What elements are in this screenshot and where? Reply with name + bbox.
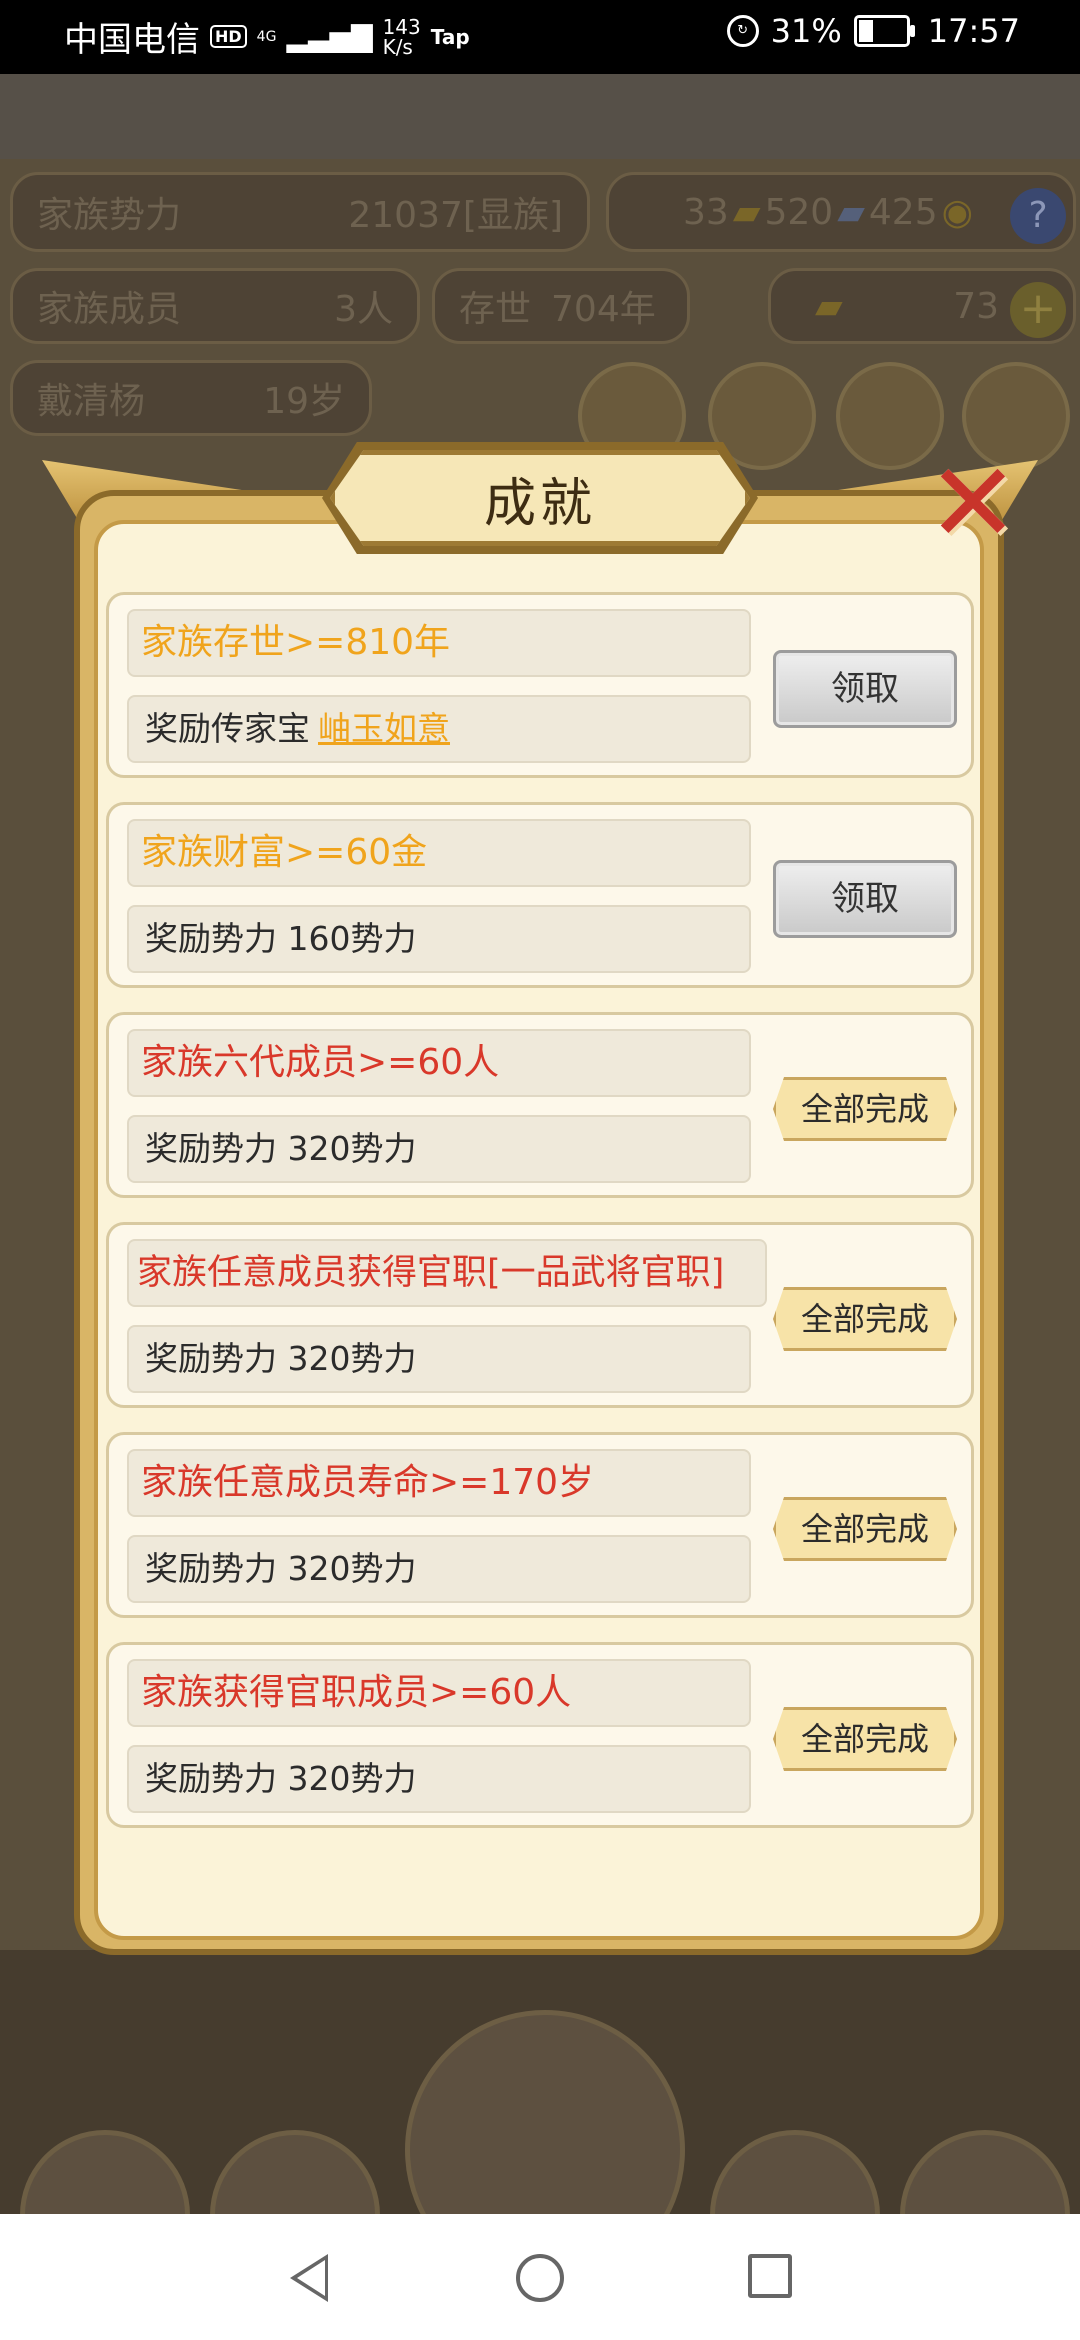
clock: 17:57 [927,12,1020,50]
achievement-condition: 家族任意成员寿命>=170岁 [127,1449,751,1517]
reward-text: 奖励传家宝 [145,709,310,748]
game-top-bar [0,74,1080,159]
achievement-card: 家族任意成员获得官职[一品武将官职] 奖励势力 320势力 全部完成 [106,1222,974,1408]
achievement-condition: 家族任意成员获得官职[一品武将官职] [127,1239,767,1307]
achievement-reward: 奖励势力 320势力 [127,1325,751,1393]
achievement-card: 家族存世>=810年 奖励传家宝 岫玉如意 领取 [106,592,974,778]
close-button[interactable]: ✕ [918,448,1028,558]
achievement-card: 家族任意成员寿命>=170岁 奖励势力 320势力 全部完成 [106,1432,974,1618]
back-icon-inner [297,2260,325,2296]
gold-ingot-icon: ▰ [732,191,761,233]
leader-age: 19岁 [263,381,345,422]
achievement-reward: 奖励势力 320势力 [127,1115,751,1183]
add-gold-button: + [1010,282,1066,338]
all-complete-badge: 全部完成 [773,1287,957,1351]
reward-text: 奖励势力 320势力 [145,1339,417,1378]
claim-button[interactable]: 领取 [773,650,957,728]
battery-icon [853,15,915,47]
status-bar: 中国电信 HD 4G ▂▃▅▇ 143 K/s Tap ↻ 31% 17:57 [0,0,1080,74]
silver-ingot-icon: ▰ [837,191,865,233]
dialog-title: 成就 [483,473,596,534]
achievement-card: 家族六代成员>=60人 奖励势力 320势力 全部完成 [106,1012,974,1198]
home-icon[interactable] [516,2254,564,2302]
achievement-reward: 奖励势力 320势力 [127,1745,751,1813]
achievement-condition: 家族存世>=810年 [127,609,751,677]
family-power-value: 21037[显族] [348,195,563,236]
family-members-label: 家族成员 [37,289,182,330]
family-age-panel: 存世 704年 [432,268,690,344]
claim-button[interactable]: 领取 [773,860,957,938]
family-age-value: 704年 [551,289,656,330]
achievement-condition: 家族财富>=60金 [127,819,751,887]
family-members-panel: 家族成员 3人 [10,268,420,344]
family-power-panel: 家族势力 21037[显族] [10,172,590,252]
reward-item-link[interactable]: 岫玉如意 [318,709,450,748]
close-icon: ✕ [926,439,1020,567]
resource-2: 520 [764,191,834,233]
tap-indicator: Tap [430,24,470,49]
battery-percent: 31% [770,12,842,50]
reward-text: 奖励势力 160势力 [145,919,417,958]
family-age-label: 存世 [459,289,532,330]
coin-icon: ◉ [941,191,974,233]
achievement-card: 家族财富>=60金 奖励势力 160势力 领取 [106,802,974,988]
data-saver-icon: ↻ [726,15,759,47]
resource-1: 33 [683,191,729,233]
achievement-reward: 奖励势力 160势力 [127,905,751,973]
achievement-reward: 奖励传家宝 岫玉如意 [127,695,751,763]
achievement-condition: 家族六代成员>=60人 [127,1029,751,1097]
carrier-name: 中国电信 [64,20,200,60]
family-members-value: 3人 [334,289,393,330]
system-nav-bar [0,2214,1080,2340]
all-complete-badge: 全部完成 [773,1077,957,1141]
battery-fill [858,20,873,42]
speed-unit: K/s [382,34,413,59]
hd-badge: HD [210,25,247,48]
reward-text: 奖励势力 320势力 [145,1549,417,1588]
signal-icon: ▂▃▅▇ [286,20,373,53]
family-power-label: 家族势力 [37,195,182,236]
dialog-title-plate: 成就 [330,450,750,546]
leader-name: 戴清杨 [37,381,146,422]
help-button: ? [1010,188,1066,244]
network-type: 4G [256,28,277,45]
gold-ingot-icon-2: ▰ [815,285,843,327]
resource-3: 425 [868,191,938,233]
all-complete-badge: 全部完成 [773,1707,957,1771]
recent-apps-icon[interactable] [748,2254,792,2298]
leader-panel: 戴清杨 19岁 [10,360,372,436]
gold-value: 73 [953,285,999,327]
achievement-card: 家族获得官职成员>=60人 奖励势力 320势力 全部完成 [106,1642,974,1828]
achievement-reward: 奖励势力 320势力 [127,1535,751,1603]
achievement-condition: 家族获得官职成员>=60人 [127,1659,751,1727]
network-speed: 143 K/s [383,17,421,57]
resource-panel: 33 ▰ 520 ▰ 425 ◉ [606,172,1076,252]
reward-text: 奖励势力 320势力 [145,1129,417,1168]
all-complete-badge: 全部完成 [773,1497,957,1561]
reward-text: 奖励势力 320势力 [145,1759,417,1798]
